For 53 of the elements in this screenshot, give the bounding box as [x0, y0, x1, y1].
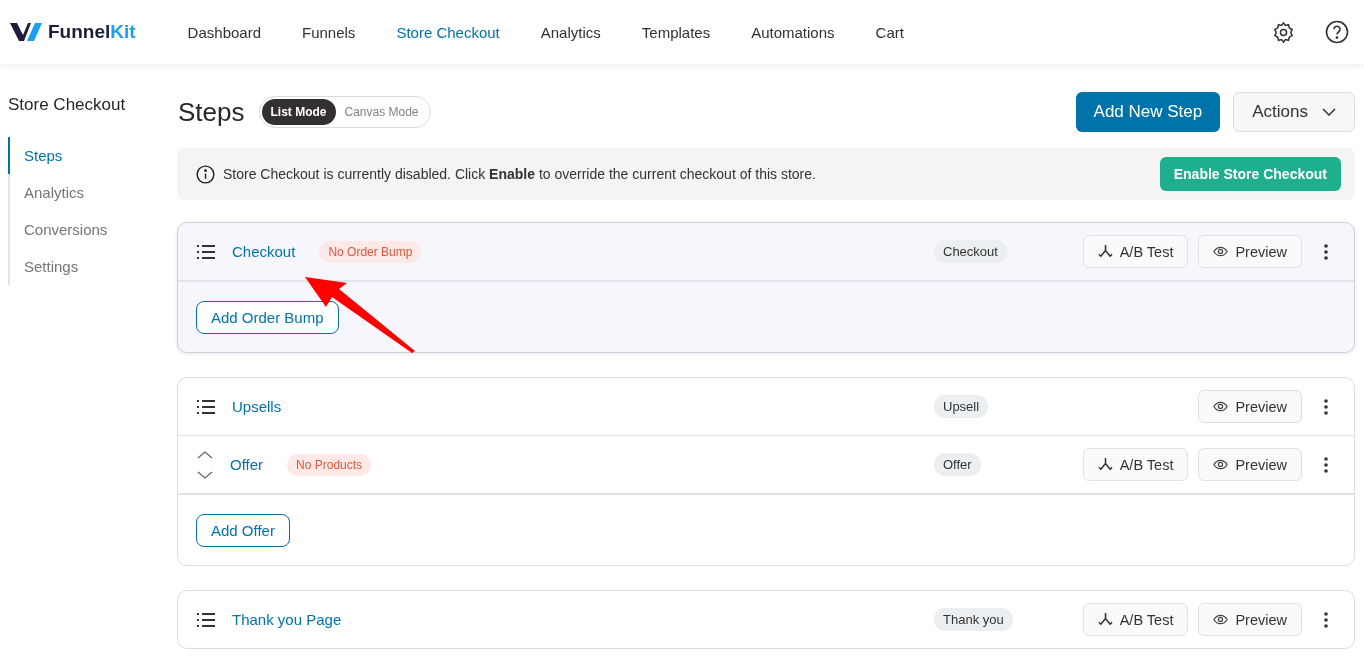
ab-test-button[interactable]: A/B Test [1082, 603, 1189, 636]
add-button[interactable]: Add Order Bump [196, 300, 339, 334]
list-icon [196, 611, 216, 628]
preview-button[interactable]: Preview [1198, 235, 1302, 268]
add-button[interactable]: Add Offer [196, 513, 290, 547]
notice-text: Store Checkout is currently disabled. Click Enable to override the current checkout of this store. [223, 166, 817, 182]
step-type-tag: Upsell [934, 395, 989, 418]
page-title: Steps [178, 96, 245, 128]
sidebar-title: Store Checkout [8, 95, 127, 115]
up-down-chevron-icon [196, 449, 214, 480]
warning-badge: No Order Bump [319, 240, 422, 263]
step-link[interactable]: Thank you Page [232, 611, 342, 628]
step-type-tag: Checkout [934, 240, 1007, 263]
help-icon[interactable] [1324, 19, 1350, 45]
mode-tab[interactable]: List Mode [261, 99, 336, 125]
list-icon [196, 398, 216, 415]
add-step-button[interactable]: Add New Step [1075, 92, 1221, 132]
ab-test-button[interactable]: A/B Test [1082, 448, 1189, 481]
step-link[interactable]: Checkout [232, 243, 296, 260]
nav-link[interactable]: Cart [875, 23, 904, 41]
eye-icon [1213, 401, 1229, 412]
eye-icon [1213, 614, 1229, 625]
nav-link[interactable]: Automations [751, 23, 835, 41]
nav-link[interactable]: Funnels [302, 23, 356, 41]
preview-button[interactable]: Preview [1198, 603, 1302, 636]
nav-link[interactable]: Analytics [540, 23, 601, 41]
eye-icon [1213, 246, 1229, 257]
nav-link[interactable]: Templates [641, 23, 711, 41]
step-link[interactable]: Offer [230, 456, 264, 473]
step-type-tag: Thank you [934, 608, 1013, 631]
list-icon [196, 243, 216, 260]
ab-test-button[interactable]: A/B Test [1082, 235, 1189, 268]
split-icon [1097, 612, 1113, 627]
actions-button[interactable]: Actions [1233, 92, 1355, 132]
warning-badge: No Products [287, 453, 372, 476]
sidebar-item[interactable]: Analytics [8, 174, 170, 211]
sidebar-item[interactable]: Conversions [8, 211, 170, 248]
mode-tab[interactable]: Canvas Mode [335, 99, 428, 125]
preview-button[interactable]: Preview [1198, 390, 1302, 423]
preview-button[interactable]: Preview [1198, 448, 1302, 481]
split-icon [1097, 244, 1113, 259]
step-link[interactable]: Upsells [232, 398, 282, 415]
logo-text: FunnelKit [48, 21, 136, 43]
sidebar-item[interactable]: Steps [8, 137, 170, 174]
split-icon [1097, 457, 1113, 472]
eye-icon [1213, 459, 1229, 470]
sidebar-item[interactable]: Settings [8, 248, 170, 285]
nav-link[interactable]: Dashboard [187, 23, 261, 41]
logo-icon [10, 21, 44, 43]
info-icon [196, 164, 215, 184]
nav-link[interactable]: Store Checkout [396, 23, 500, 41]
step-type-tag: Offer [934, 453, 981, 476]
chevron-down-icon [1322, 108, 1336, 116]
